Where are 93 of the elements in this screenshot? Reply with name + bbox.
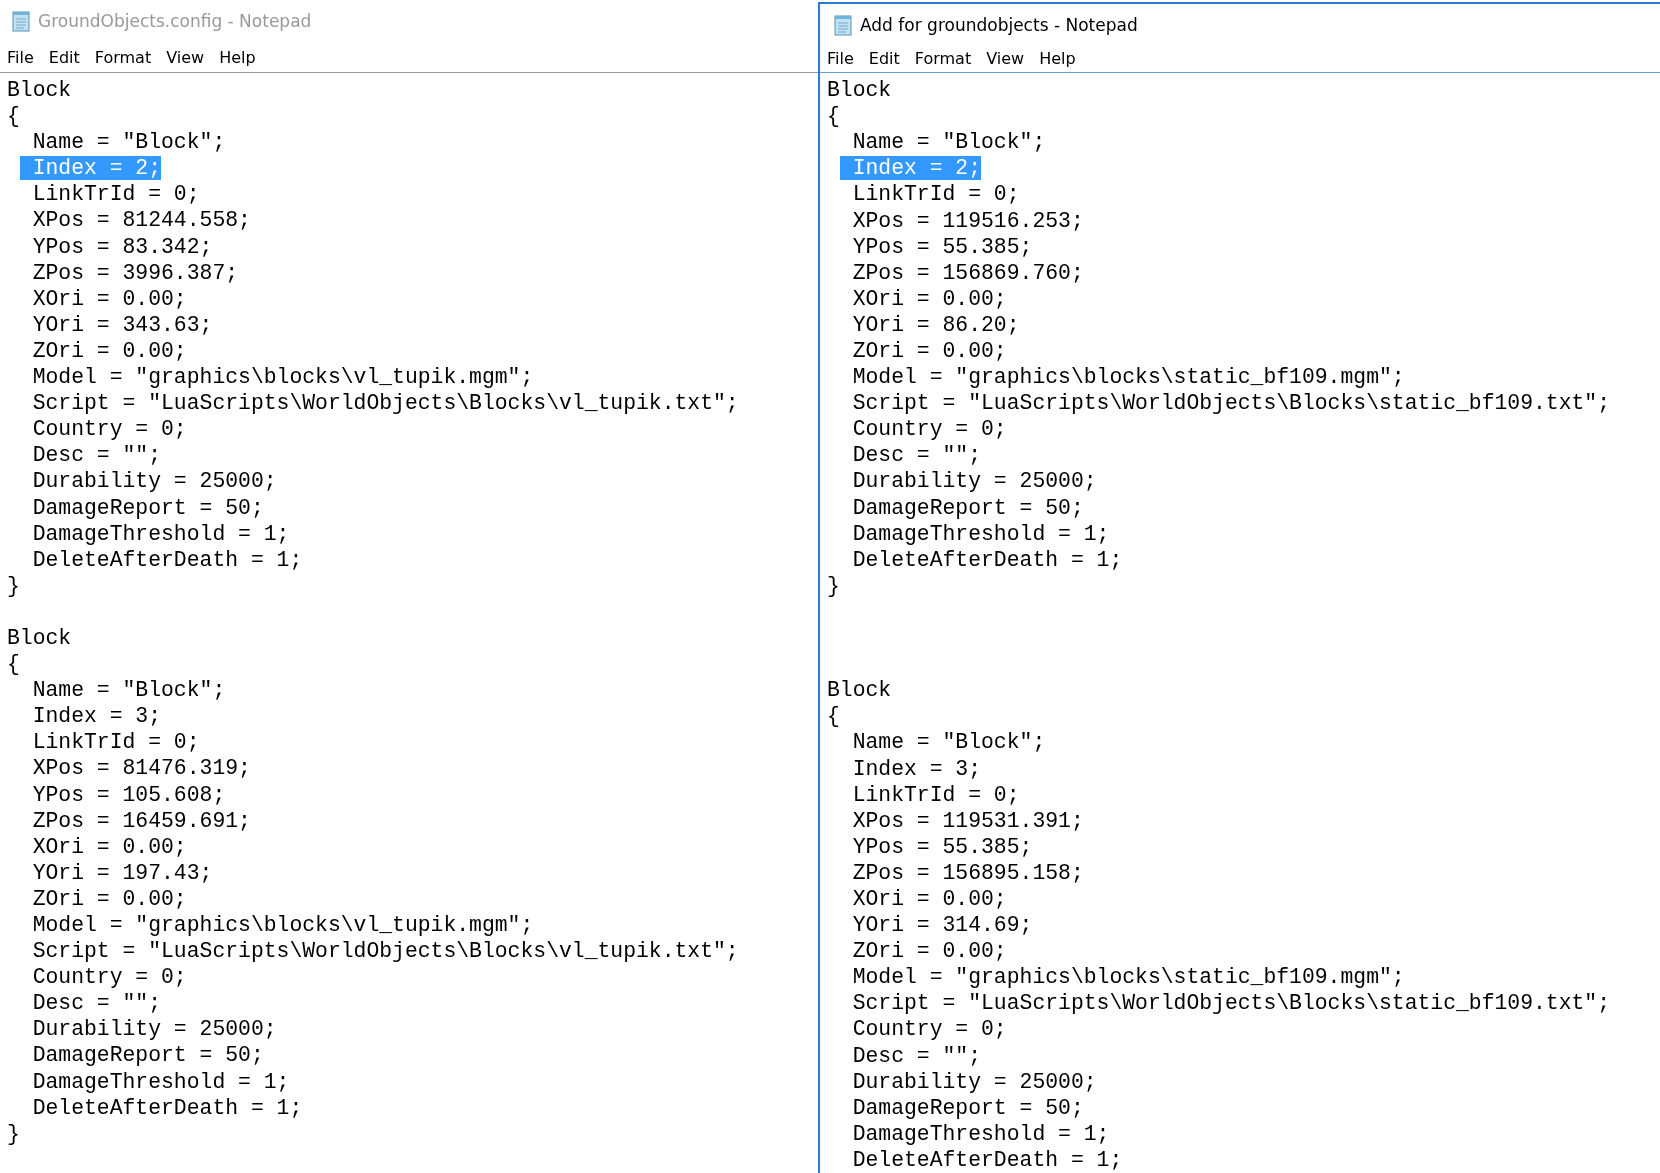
code-line: DamageReport = 50;: [31, 495, 264, 520]
window-title: GroundObjects.config - Notepad: [38, 11, 312, 31]
selected-text: Index = 2;: [19, 156, 162, 181]
code-line: Name = "Block";: [31, 678, 226, 703]
code-line: Index = 3;: [31, 704, 162, 729]
code-line: XOri = 0.00;: [31, 286, 187, 311]
menu-item[interactable]: Format: [87, 45, 159, 69]
window-title: Add for groundobjects - Notepad: [860, 14, 1138, 35]
code-line: Country = 0;: [31, 417, 187, 442]
code-line: }: [827, 573, 840, 598]
selected-text: Index = 2;: [839, 156, 982, 181]
code-line: DamageThreshold = 1;: [31, 1069, 290, 1094]
code-line: DamageReport = 50;: [851, 1095, 1084, 1120]
code-line: Block: [827, 78, 892, 103]
notepad-icon: [10, 10, 32, 32]
code-line: Country = 0;: [851, 417, 1007, 442]
code-line: Durability = 25000;: [851, 469, 1097, 494]
code-line: DeleteAfterDeath = 1;: [31, 547, 303, 572]
code-line: Model = "graphics\blocks\vl_tupik.mgm";: [31, 365, 534, 390]
code-line: ZPos = 156895.158;: [851, 860, 1084, 885]
code-line: Name = "Block";: [851, 730, 1046, 755]
code-line: Durability = 25000;: [31, 469, 277, 494]
code-line: XOri = 0.00;: [851, 886, 1007, 911]
code-line: XPos = 119516.253;: [851, 208, 1084, 233]
code-line: DamageThreshold = 1;: [851, 1121, 1110, 1146]
code-line: Script = "LuaScripts\WorldObjects\Blocks\static_bf109.txt";: [851, 391, 1611, 416]
menu-item[interactable]: Format: [907, 47, 979, 71]
code-line: ZOri = 0.00;: [31, 338, 187, 363]
code-line: YPos = 83.342;: [31, 234, 213, 259]
code-line: YOri = 197.43;: [31, 860, 213, 885]
code-line: {: [7, 104, 20, 129]
code-line: LinkTrId = 0;: [31, 730, 200, 755]
code-line: YOri = 343.63;: [31, 312, 213, 337]
code-line: ZOri = 0.00;: [31, 886, 187, 911]
code-line: }: [7, 1121, 20, 1146]
code-line: Script = "LuaScripts\WorldObjects\Blocks\vl_tupik.txt";: [31, 939, 739, 964]
code-line: LinkTrId = 0;: [31, 182, 200, 207]
menu-item[interactable]: Edit: [861, 47, 907, 71]
menu-item[interactable]: File: [820, 47, 861, 71]
code-line: ZPos = 16459.691;: [31, 808, 251, 833]
code-line: Country = 0;: [31, 965, 187, 990]
code-line: XOri = 0.00;: [31, 834, 187, 859]
code-line: DeleteAfterDeath = 1;: [851, 1147, 1123, 1172]
menu-item[interactable]: View: [979, 47, 1032, 71]
code-line: {: [7, 652, 20, 677]
code-line: Model = "graphics\blocks\vl_tupik.mgm";: [31, 913, 534, 937]
code-line: XOri = 0.00;: [851, 286, 1007, 311]
code-line: Block: [7, 78, 72, 102]
code-line: ZPos = 156869.760;: [851, 260, 1084, 285]
code-line: Desc = "";: [851, 443, 982, 468]
code-line: {: [827, 704, 840, 729]
code-line: XPos = 119531.391;: [851, 808, 1084, 833]
code-line: ZOri = 0.00;: [851, 339, 1007, 363]
code-line: YPos = 55.385;: [851, 234, 1033, 259]
code-line: XPos = 81244.558;: [31, 208, 251, 233]
code-line: Block: [827, 678, 892, 703]
code-line: DamageReport = 50;: [31, 1043, 264, 1068]
code-line: YOri = 86.20;: [851, 312, 1020, 337]
code-line: Model = "graphics\blocks\static_bf109.mgm";: [851, 365, 1405, 390]
code-line: XPos = 81476.319;: [31, 756, 251, 781]
code-line: }: [7, 573, 20, 598]
code-line: Index = 3;: [851, 756, 982, 781]
code-line: LinkTrId = 0;: [851, 182, 1020, 207]
menu-item[interactable]: File: [0, 45, 41, 69]
code-line: Block: [7, 625, 72, 650]
code-line: DeleteAfterDeath = 1;: [851, 547, 1123, 572]
code-line: Durability = 25000;: [31, 1017, 277, 1042]
menu-item[interactable]: Help: [1032, 47, 1083, 71]
code-line: Durability = 25000;: [851, 1069, 1097, 1094]
code-line: YPos = 105.608;: [31, 782, 226, 807]
code-line: ZPos = 3996.387;: [31, 260, 239, 285]
code-line: DamageReport = 50;: [851, 495, 1084, 520]
menu-item[interactable]: Edit: [41, 45, 87, 69]
menu-item[interactable]: Help: [212, 45, 263, 69]
code-line: Name = "Block";: [31, 130, 226, 155]
code-line: Desc = "";: [851, 1043, 982, 1068]
code-line: LinkTrId = 0;: [851, 782, 1020, 807]
menu-item[interactable]: View: [159, 45, 212, 69]
code-line: YPos = 55.385;: [851, 834, 1033, 859]
code-line: DamageThreshold = 1;: [31, 521, 290, 546]
code-line: Name = "Block";: [851, 130, 1046, 155]
code-line: Script = "LuaScripts\WorldObjects\Blocks\static_bf109.txt";: [851, 991, 1611, 1016]
code-line: {: [827, 104, 840, 129]
code-line: DeleteAfterDeath = 1;: [31, 1095, 303, 1120]
code-line: YOri = 314.69;: [851, 913, 1033, 938]
code-line: Desc = "";: [31, 991, 162, 1016]
notepad-icon: [832, 13, 854, 36]
code-line: Model = "graphics\blocks\static_bf109.mgm";: [851, 965, 1405, 990]
code-line: ZOri = 0.00;: [851, 939, 1007, 964]
code-line: DamageThreshold = 1;: [851, 521, 1110, 546]
code-line: Country = 0;: [851, 1017, 1007, 1042]
code-line: Script = "LuaScripts\WorldObjects\Blocks\vl_tupik.txt";: [31, 391, 739, 416]
code-line: Desc = "";: [31, 443, 162, 468]
